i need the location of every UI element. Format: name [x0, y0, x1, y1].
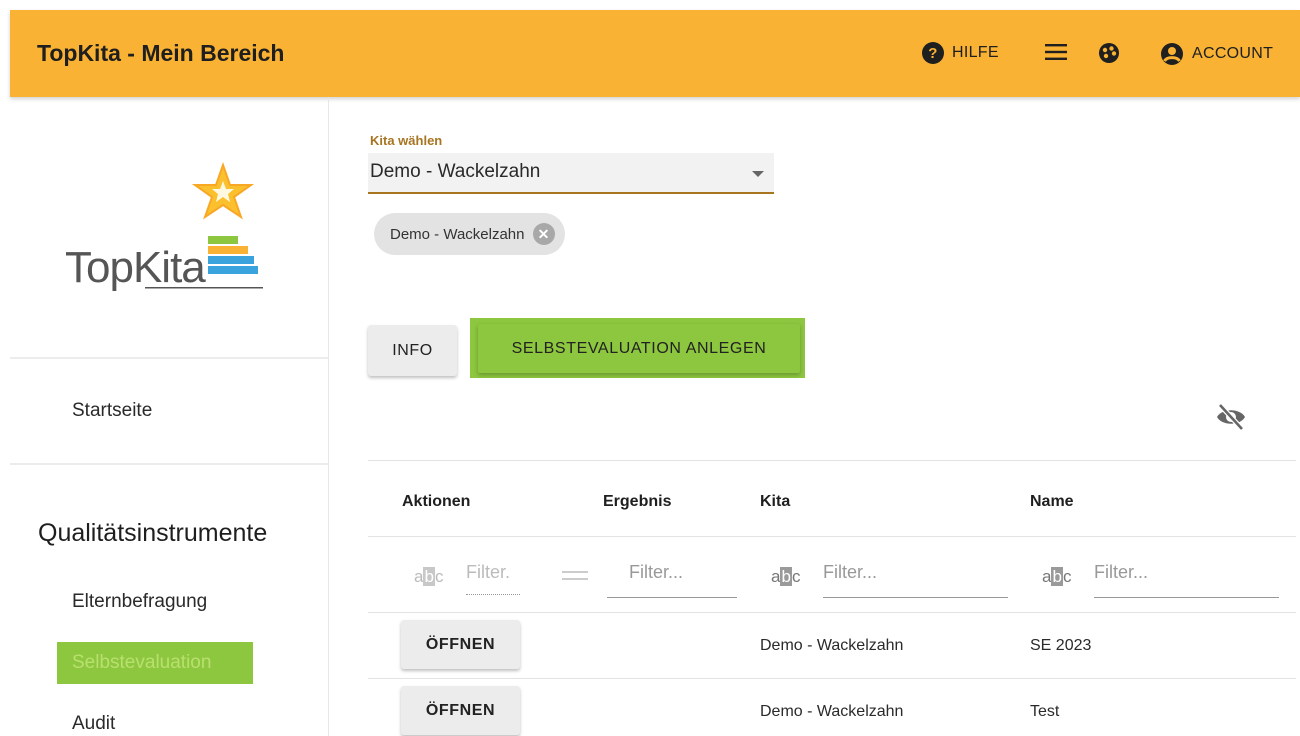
kita-select[interactable]: Demo - Wackelzahn — [368, 153, 774, 194]
sidebar: TopKita Startseite Qualitätsinstrumente … — [10, 97, 329, 736]
column-header-name[interactable]: Name — [1030, 493, 1074, 511]
sidebar-item-audit[interactable]: Audit — [72, 713, 115, 735]
column-header-ergebnis[interactable]: Ergebnis — [603, 493, 671, 511]
help-button[interactable]: ? HILFE — [922, 42, 999, 64]
abc-filter-type-icon[interactable]: abc — [414, 567, 443, 587]
eye-off-icon[interactable] — [1215, 402, 1247, 432]
equals-filter-icon[interactable] — [562, 571, 588, 580]
table-cell-kita: Demo - Wackelzahn — [760, 703, 904, 720]
filter-input-ergebnis[interactable]: Filter... — [607, 562, 737, 598]
hamburger-menu-icon — [1045, 44, 1067, 60]
palette-icon — [1099, 43, 1119, 63]
account-button[interactable]: ACCOUNT — [1160, 42, 1273, 66]
open-button[interactable]: ÖFFNEN — [401, 620, 520, 669]
create-selbstevaluation-button[interactable]: SELBSTEVALUATION ANLEGEN — [478, 324, 800, 373]
help-circle-icon: ? — [922, 42, 944, 64]
theme-button[interactable] — [1098, 42, 1120, 64]
sidebar-item-selbstevaluation[interactable]: Selbstevaluation — [57, 642, 253, 684]
column-header-kita[interactable]: Kita — [760, 493, 790, 511]
account-circle-icon — [1161, 43, 1183, 65]
app-title: TopKita - Mein Bereich — [37, 40, 285, 66]
close-icon[interactable]: ✕ — [532, 223, 555, 245]
filter-input-name[interactable]: Filter... — [1094, 562, 1279, 598]
table-row-border — [368, 612, 1296, 613]
table-cell-kita: Demo - Wackelzahn — [760, 637, 904, 654]
help-label: HILFE — [952, 44, 999, 61]
sidebar-item-startseite[interactable]: Startseite — [72, 400, 152, 422]
table-header-border — [368, 536, 1296, 537]
account-label: ACCOUNT — [1192, 45, 1274, 62]
table-row-border — [368, 678, 1296, 679]
filter-input-kita[interactable]: Filter... — [823, 562, 1008, 598]
sidebar-item-elternbefragung[interactable]: Elternbefragung — [72, 591, 207, 613]
sidebar-divider — [10, 463, 328, 465]
logo-text: TopKita — [65, 243, 206, 292]
abc-filter-type-icon[interactable]: abc — [1042, 567, 1071, 587]
menu-button[interactable] — [1045, 43, 1067, 61]
app-header: TopKita - Mein Bereich ? HILFE ACCOUNT — [10, 10, 1300, 97]
section-title-qualitaetsinstrumente: Qualitätsinstrumente — [38, 519, 268, 547]
open-button[interactable]: ÖFFNEN — [401, 686, 520, 735]
selected-kita-chip: Demo - Wackelzahn ✕ — [374, 213, 565, 255]
info-button[interactable]: INFO — [368, 325, 457, 376]
sidebar-divider — [10, 357, 328, 359]
abc-filter-type-icon[interactable]: abc — [771, 567, 800, 587]
topkita-logo: TopKita — [65, 159, 275, 299]
table-cell-name: SE 2023 — [1030, 637, 1092, 654]
chip-label: Demo - Wackelzahn — [390, 225, 525, 243]
kita-select-label: Kita wählen — [370, 133, 443, 148]
caret-down-icon — [752, 171, 764, 177]
filter-input-aktionen[interactable]: Filter. — [466, 562, 520, 595]
kita-select-value: Demo - Wackelzahn — [370, 161, 541, 182]
column-header-aktionen[interactable]: Aktionen — [402, 493, 470, 511]
table-top-border — [368, 460, 1296, 461]
table-cell-name: Test — [1030, 703, 1060, 720]
